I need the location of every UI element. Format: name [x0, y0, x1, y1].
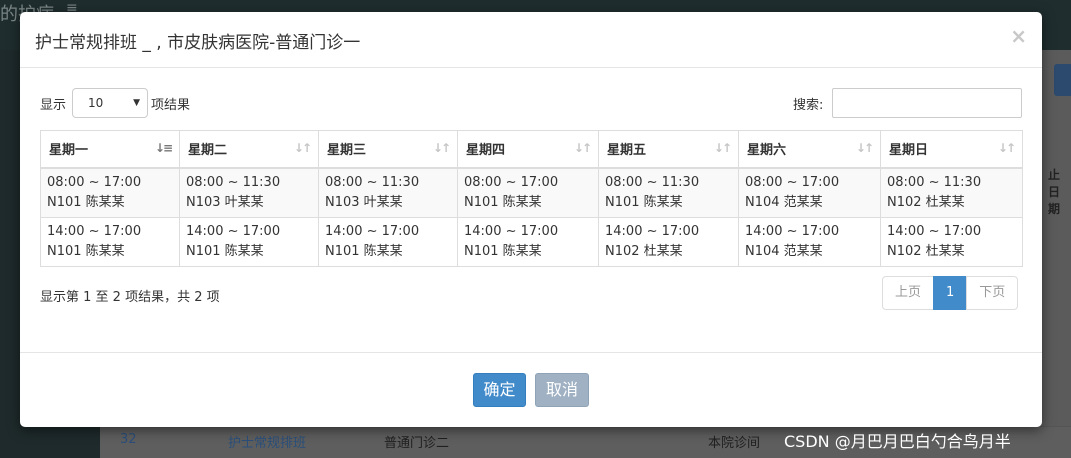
schedule-cell: 14:00 ~ 17:00 N102 杜某某 — [598, 216, 739, 267]
schedule-cell: 08:00 ~ 17:00 N101 陈某某 — [457, 167, 599, 218]
schedule-cell: 14:00 ~ 17:00 N102 杜某某 — [880, 216, 1023, 267]
schedule-modal: 护士常规排班 _ , 市皮肤病医院-普通门诊一 × 显示 10 ▼ 项结果 搜索… — [20, 12, 1042, 427]
sort-icon: ↓↑ — [855, 141, 874, 155]
schedule-cell: 08:00 ~ 11:30 N103 叶某某 — [179, 167, 319, 218]
next-page-button[interactable]: 下页 — [966, 276, 1019, 310]
caret-down-icon: ▼ — [133, 98, 140, 108]
schedule-cell: 08:00 ~ 17:00 N104 范某某 — [738, 167, 881, 218]
table-row: 14:00 ~ 17:00 N101 陈某某 14:00 ~ 17:00 N101 … — [40, 216, 1023, 267]
watermark: CSDN @月巴月巴白勺合鸟月半 — [784, 432, 1011, 451]
background-row-dept: 普通门诊二 — [384, 436, 450, 451]
schedule-cell: 08:00 ~ 17:00 N101 陈某某 — [40, 167, 180, 218]
background-side-button — [1054, 64, 1071, 96]
schedule-table: 星期一 ↓≡ 星期二 ↓↑ 星期三 ↓↑ 星期四 ↓↑ 星期五 ↓↑ 星期六 ↓↑ 星期日 ↓… — [40, 130, 1023, 267]
confirm-button[interactable]: 确定 — [473, 373, 526, 407]
pagination: 上页 1 下页 — [882, 276, 1019, 310]
schedule-cell: 14:00 ~ 17:00 N101 陈某某 — [457, 216, 599, 267]
schedule-cell: 08:00 ~ 11:30 N102 杜某某 — [880, 167, 1023, 218]
length-prefix-label: 显示 — [40, 98, 67, 113]
length-suffix-label: 项结果 — [151, 98, 191, 113]
sort-icon: ↓↑ — [293, 141, 312, 155]
schedule-cell: 14:00 ~ 17:00 N101 陈某某 — [318, 216, 458, 267]
sort-icon: ↓↑ — [432, 141, 451, 155]
table-header-row: 星期一 ↓≡ 星期二 ↓↑ 星期三 ↓↑ 星期四 ↓↑ 星期五 ↓↑ 星期六 ↓↑ 星期日 ↓… — [40, 130, 1023, 169]
schedule-cell: 14:00 ~ 17:00 N101 陈某某 — [179, 216, 319, 267]
schedule-cell: 08:00 ~ 11:30 N101 陈某某 — [598, 167, 739, 218]
background-row-link: 护士常规排班 — [228, 436, 307, 451]
prev-page-button[interactable]: 上页 — [882, 276, 935, 310]
table-row: 08:00 ~ 17:00 N101 陈某某 08:00 ~ 11:30 N103 … — [40, 167, 1023, 218]
sort-desc-icon: ↓≡ — [154, 141, 173, 155]
column-header-wed[interactable]: 星期三 ↓↑ — [318, 130, 458, 169]
column-header-fri[interactable]: 星期五 ↓↑ — [598, 130, 739, 169]
close-icon[interactable]: × — [1010, 24, 1027, 48]
page-length-value: 10 — [88, 96, 104, 110]
page-length-select[interactable]: 10 ▼ — [72, 88, 148, 118]
table-info: 显示第 1 至 2 项结果，共 2 项 — [40, 290, 220, 305]
cancel-button[interactable]: 取消 — [535, 373, 589, 407]
modal-footer: 确定 取消 — [20, 352, 1042, 427]
sort-icon: ↓↑ — [713, 141, 732, 155]
schedule-cell: 14:00 ~ 17:00 N104 范某某 — [738, 216, 881, 267]
background-column-header: 止日期 — [1048, 168, 1061, 216]
sort-icon: ↓↑ — [997, 141, 1016, 155]
column-header-sun[interactable]: 星期日 ↓↑ — [880, 130, 1023, 169]
column-header-thu[interactable]: 星期四 ↓↑ — [457, 130, 599, 169]
modal-title: 护士常规排班 _ , 市皮肤病医院-普通门诊一 — [35, 33, 361, 53]
schedule-cell: 14:00 ~ 17:00 N101 陈某某 — [40, 216, 180, 267]
column-header-sat[interactable]: 星期六 ↓↑ — [738, 130, 881, 169]
search-label: 搜索: — [793, 98, 824, 113]
background-row-id: 32 — [120, 432, 137, 447]
page-1-button[interactable]: 1 — [933, 276, 968, 310]
column-header-mon[interactable]: 星期一 ↓≡ — [40, 130, 180, 169]
background-row-type: 本院诊间 — [708, 436, 761, 451]
column-header-tue[interactable]: 星期二 ↓↑ — [179, 130, 319, 169]
modal-header: 护士常规排班 _ , 市皮肤病医院-普通门诊一 × — [20, 12, 1042, 68]
schedule-cell: 08:00 ~ 11:30 N103 叶某某 — [318, 167, 458, 218]
sort-icon: ↓↑ — [573, 141, 592, 155]
search-input[interactable] — [832, 88, 1022, 118]
